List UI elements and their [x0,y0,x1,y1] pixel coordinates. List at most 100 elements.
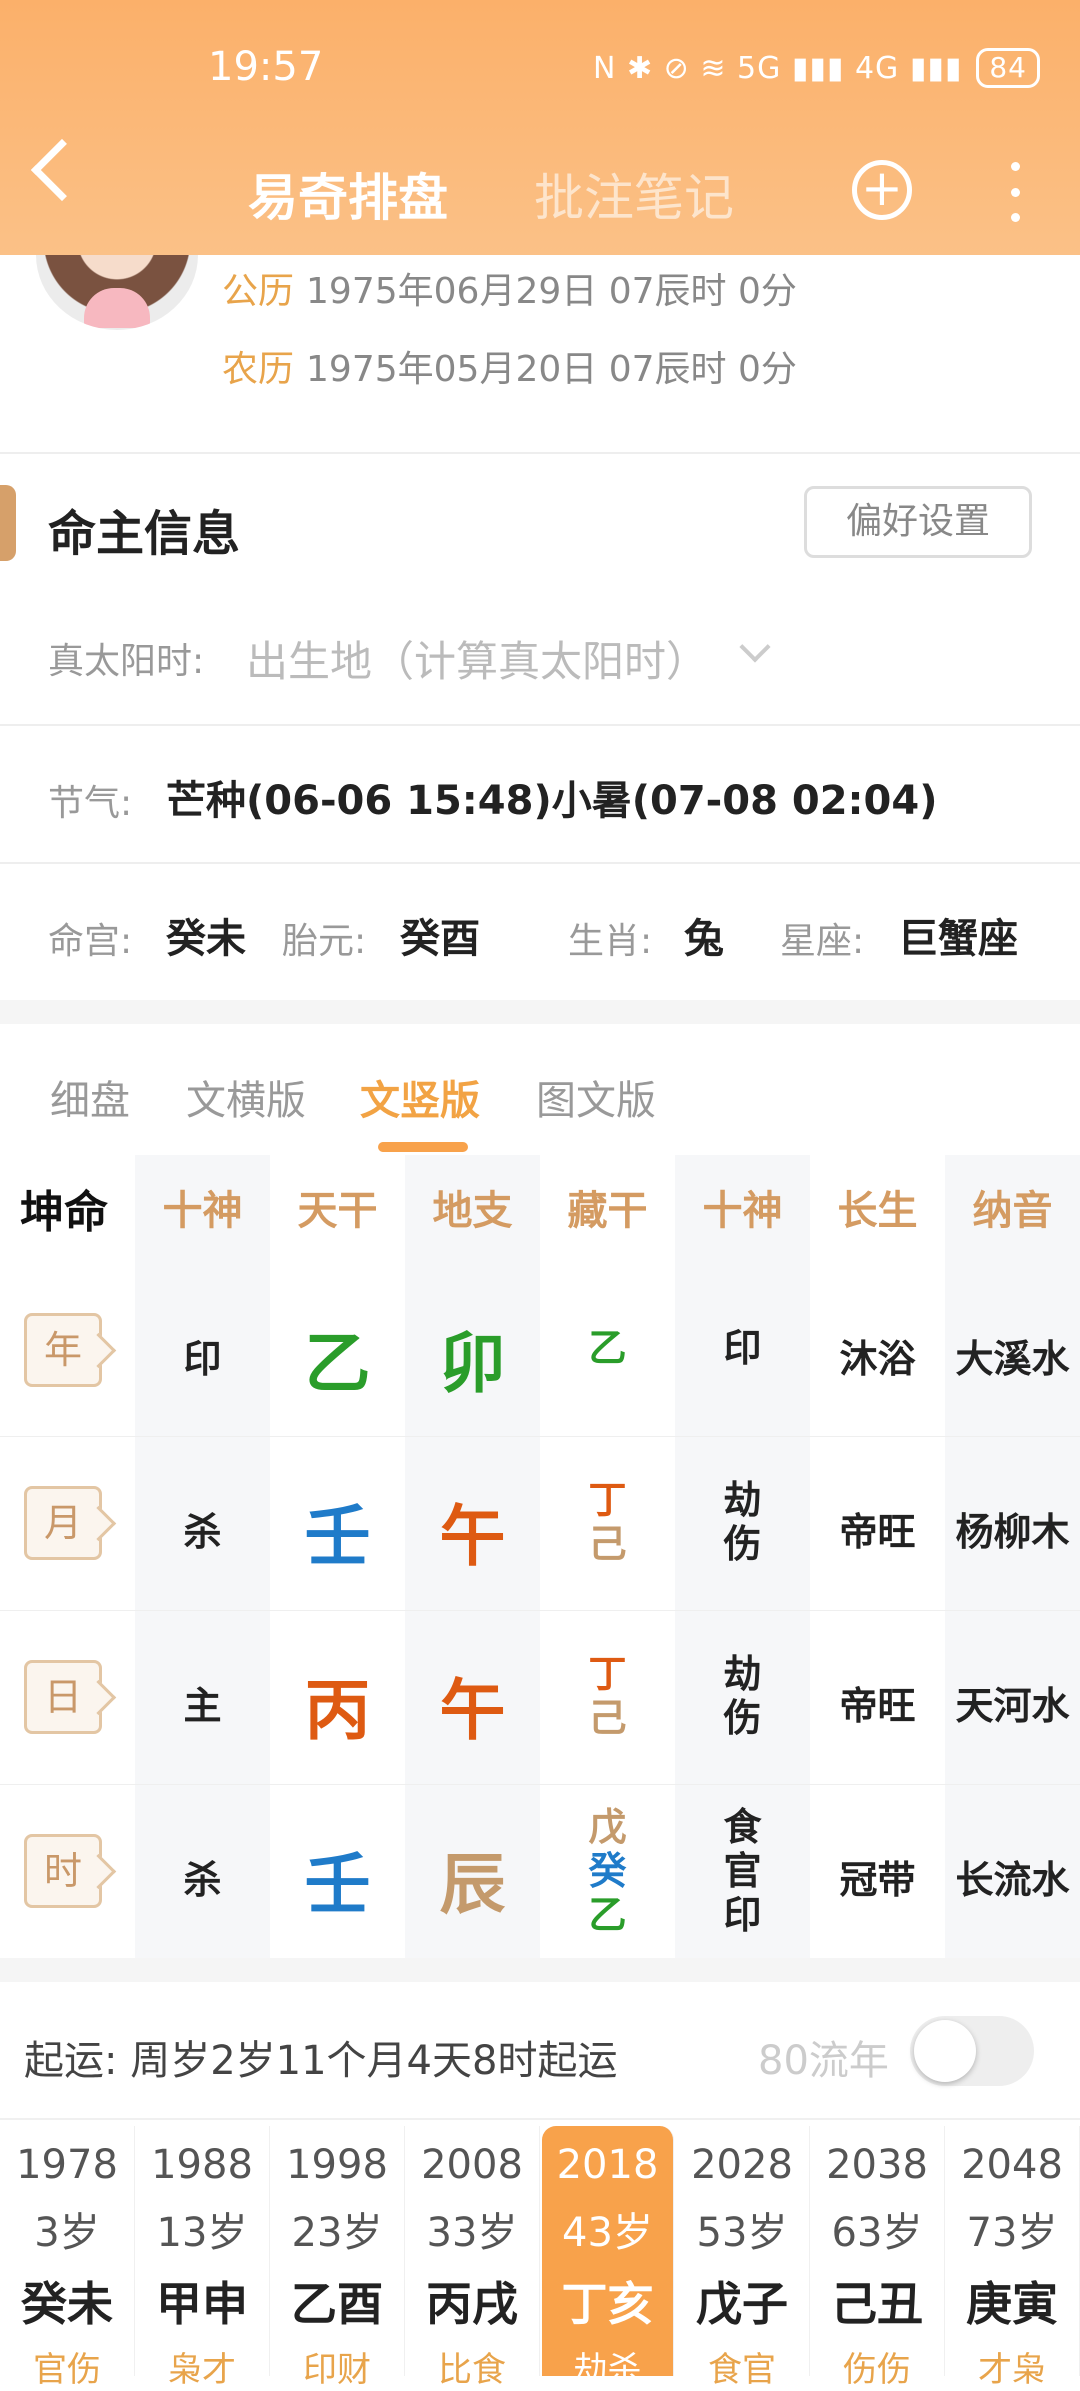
dayun-tag: 才枭 [978,2350,1046,2390]
dayun-tag: 食官 [708,2350,776,2390]
row-divider [0,1436,1080,1437]
month-changsheng: 帝旺 [839,1510,916,1554]
true-sun-label: 真太阳时: [48,641,205,682]
tab-xipan[interactable]: 细盘 [50,1068,130,1126]
more-vertical-icon[interactable] [1000,162,1030,222]
qiyun-label: 起运: [24,2038,118,2084]
dayun-age: 13岁 [156,2210,248,2256]
canggan-item: 癸 [588,1849,627,1893]
header-shishen: 十神 [162,1188,243,1234]
dayun-item[interactable]: 1978 3岁 癸未 官伤 [0,2126,135,2390]
day-nayin: 天河水 [955,1684,1070,1728]
month-nayin: 杨柳木 [955,1510,1070,1554]
divider [0,862,1080,864]
cang-shishen-item: 伤 [723,1522,762,1566]
status-indicators: N ✱ ⊘ ≋ 5G ▮▮▮ 4G ▮▮▮ [593,50,963,86]
dayun-item[interactable]: 2028 53岁 戊子 食官 [675,2126,810,2390]
header-tiangan: 天干 [297,1188,378,1234]
year-cang-shishen: 印 [675,1326,810,1370]
dayun-ganzhi: 癸未 [21,2277,113,2331]
hour-nayin: 长流水 [955,1858,1070,1902]
tab-wenshu[interactable]: 文竖版 [360,1068,480,1126]
year-changsheng: 沐浴 [839,1337,916,1381]
tab-wenheng[interactable]: 文横版 [186,1068,306,1126]
dayun-item[interactable]: 2008 33岁 丙戌 比食 [405,2126,540,2390]
solar-date-row: 公历 1975年06月29日 07辰时 0分 [222,262,797,314]
tab-pizhu-biji[interactable]: 批注笔记 [534,158,734,230]
day-gan: 丙 [304,1672,371,1749]
tab-yiqi-paipan[interactable]: 易奇排盘 [248,158,448,230]
shengxiao-label: 生肖: [568,921,653,962]
day-canggan: 丁 己 [540,1652,675,1740]
year-gan: 乙 [304,1325,371,1402]
dayun-age: 53岁 [696,2210,788,2256]
chevron-down-icon[interactable] [739,631,771,663]
qiyun-text: 周岁2岁11个月4天8时起运 [130,2038,618,2084]
column-nayin-bg [945,1155,1080,1958]
row-divider [0,1784,1080,1785]
pillar-month[interactable]: 月 [24,1486,102,1560]
lunar-date-row: 农历 1975年05月20日 07辰时 0分 [222,340,797,392]
day-shishen: 主 [183,1684,222,1728]
hour-zhi: 辰 [439,1846,506,1923]
battery-icon: 84 [976,48,1040,88]
liunian-label: 80流年 [758,2038,889,2084]
pillar-hour[interactable]: 时 [24,1834,102,1908]
dayun-tag: 官伤 [33,2350,101,2390]
lunar-label: 农历 [222,349,295,390]
dayun-ganzhi: 丙戌 [426,2277,518,2331]
cang-shishen-item: 劫 [723,1478,762,1522]
dayun-item[interactable]: 1988 13岁 甲申 枭才 [135,2126,270,2390]
preference-button[interactable]: 偏好设置 [804,486,1032,558]
pillar-day[interactable]: 日 [24,1660,102,1734]
birthplace-select[interactable]: 出生地（计算真太阳时） [246,628,708,689]
liunian-toggle[interactable] [910,2016,1034,2086]
canggan-item: 丁 [588,1652,627,1696]
dayun-ganzhi: 己丑 [831,2277,923,2331]
day-cang-shishen: 劫 伤 [675,1652,810,1740]
hour-cang-shishen: 食 官 印 [675,1805,810,1937]
dayun-item[interactable]: 2038 63岁 己丑 伤伤 [810,2126,945,2390]
taiyuan-label: 胎元: [282,921,367,962]
status-time: 19:57 [208,44,324,90]
dayun-age: 43岁 [562,2210,653,2256]
canggan-item: 己 [588,1696,627,1740]
dayun-year: 2048 [961,2142,1063,2188]
dayun-year: 2028 [691,2142,793,2188]
canggan-item: 戊 [588,1805,627,1849]
qiyun-row: 起运: 周岁2岁11个月4天8时起运 [24,2028,617,2086]
back-icon[interactable] [30,138,94,202]
cang-shishen-item: 食 [723,1805,762,1849]
dayun-year: 1978 [16,2142,118,2188]
divider [0,724,1080,726]
pillar-year[interactable]: 年 [24,1313,102,1387]
year-canggan: 乙 [540,1326,675,1370]
dayun-year: 1998 [286,2142,388,2188]
dayun-item[interactable]: 2048 73岁 庚寅 才枭 [945,2126,1080,2390]
month-shishen: 杀 [183,1510,222,1554]
tab-indicator [378,1142,468,1152]
dayun-item-active[interactable]: 2018 43岁 丁亥 劫杀 [542,2126,674,2390]
section-title: 命主信息 [48,506,241,562]
dayun-tag: 印财 [303,2350,371,2390]
minggong-value: 癸未 [166,916,246,962]
canggan-item: 乙 [588,1893,627,1937]
canggan-item: 己 [588,1522,627,1566]
dayun-year: 2008 [421,2142,523,2188]
dayun-item[interactable]: 1998 23岁 乙酉 印财 [270,2126,405,2390]
gender-label: 坤命 [20,1187,108,1238]
add-icon[interactable]: + [852,160,912,220]
dayun-year: 2018 [556,2142,659,2188]
top-app-bar: 19:57 N ✱ ⊘ ≋ 5G ▮▮▮ 4G ▮▮▮ 84 易奇排盘 批注笔记… [0,0,1080,255]
status-icons: N ✱ ⊘ ≋ 5G ▮▮▮ 4G ▮▮▮ 84 [593,48,1040,88]
section-gap [0,1000,1080,1024]
month-canggan: 丁 己 [540,1478,675,1566]
dayun-tag: 劫杀 [573,2350,642,2390]
lunar-date: 1975年05月20日 07辰时 0分 [306,349,797,390]
tab-tuwen[interactable]: 图文版 [536,1068,656,1126]
dayun-age: 73岁 [966,2210,1058,2256]
jieqi-value: 芒种(06-06 15:48)小暑(07-08 02:04) [166,778,938,824]
year-shishen: 印 [183,1337,222,1381]
hour-changsheng: 冠带 [839,1858,916,1902]
cang-shishen-item: 印 [723,1893,762,1937]
